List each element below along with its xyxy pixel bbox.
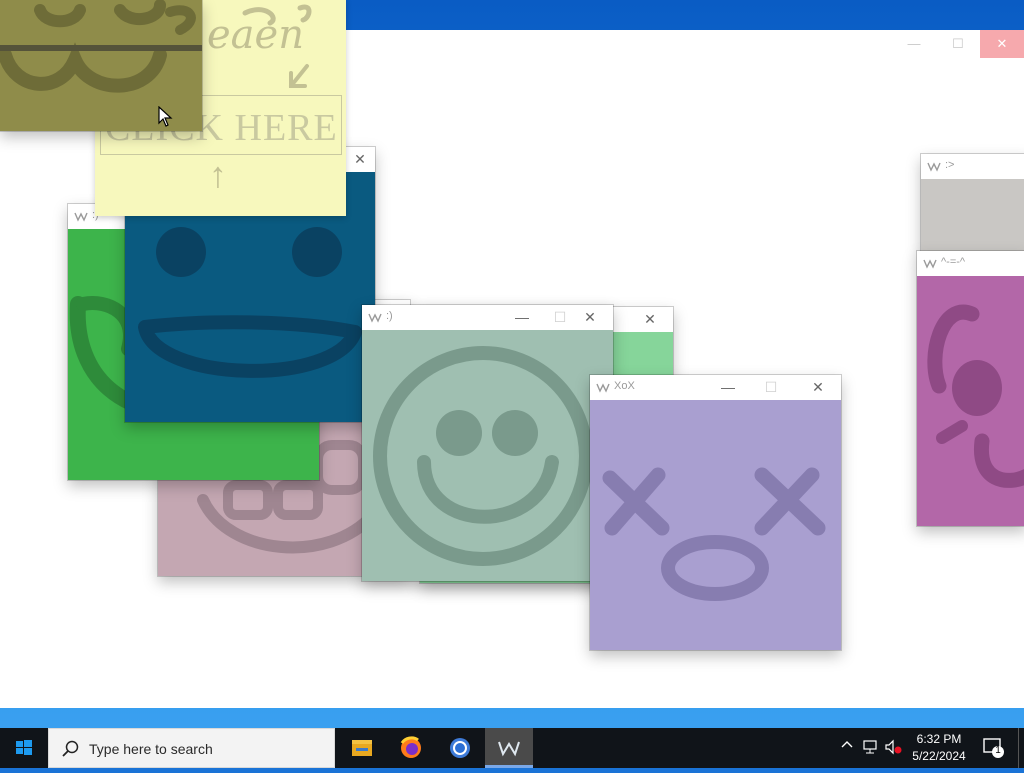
firefox-icon <box>400 736 421 758</box>
network-icon[interactable] <box>862 739 878 758</box>
chrome-taskbar-button[interactable] <box>436 728 484 768</box>
show-desktop-button[interactable] <box>1018 728 1024 768</box>
blue-face-close-button[interactable]: ✕ <box>345 147 375 172</box>
magenta-face-window[interactable]: ^-=-^ <box>917 251 1024 526</box>
app-icon <box>596 380 610 394</box>
purple-face-title: XoX <box>614 380 635 392</box>
faces-app-taskbar-button[interactable] <box>485 728 533 768</box>
purple-close-button[interactable]: ✕ <box>803 375 833 400</box>
taskbar-search-box[interactable]: Type here to search <box>48 728 335 768</box>
firefox-taskbar-button[interactable] <box>387 728 435 768</box>
purple-face-window[interactable]: XoX — ☐ ✕ <box>590 375 841 650</box>
sage-face-titlebar[interactable]: :) — ☐ ✕ <box>362 305 613 330</box>
sage-face-canvas <box>362 330 613 581</box>
sticky-note-handwriting: eaen <box>207 12 304 58</box>
magenta-face-titlebar[interactable]: ^-=-^ <box>917 251 1024 276</box>
app-icon <box>927 159 941 173</box>
chrome-icon <box>450 738 470 758</box>
mouse-cursor-icon <box>158 106 173 127</box>
folder-icon <box>352 740 372 756</box>
start-button[interactable] <box>0 728 48 768</box>
faces-app-icon <box>498 741 520 757</box>
sage-close-button[interactable]: ✕ <box>575 305 605 330</box>
light-green-close-button[interactable]: ✕ <box>635 307 665 332</box>
notification-center-button[interactable]: 1 <box>982 736 1006 760</box>
purple-face-titlebar[interactable]: XoX — ☐ ✕ <box>590 375 841 400</box>
purple-minimize-button[interactable]: — <box>713 375 743 400</box>
purple-maximize-button[interactable]: ☐ <box>756 375 786 400</box>
sage-maximize-button[interactable]: ☐ <box>545 305 575 330</box>
gray-face-titlebar[interactable]: :> <box>921 154 1024 179</box>
app-icon <box>74 209 88 223</box>
bg-maximize-button[interactable]: ☐ <box>936 30 980 58</box>
system-tray <box>838 728 902 768</box>
search-placeholder: Type here to search <box>89 741 213 757</box>
up-arrow-icon: ↑ <box>209 154 227 195</box>
purple-face-canvas <box>590 400 841 650</box>
file-explorer-taskbar-button[interactable] <box>338 728 386 768</box>
taskbar: Type here to search 6:32 PM 5/22/2024 1 <box>0 728 1024 768</box>
app-icon <box>368 310 382 324</box>
search-icon <box>62 740 79 757</box>
bg-minimize-button[interactable]: — <box>892 30 936 58</box>
chevron-up-icon[interactable] <box>840 738 854 755</box>
bg-close-button[interactable]: ✕ <box>980 30 1024 58</box>
sage-minimize-button[interactable]: — <box>507 305 537 330</box>
clock-time: 6:32 PM <box>916 732 962 746</box>
notification-count: 1 <box>995 745 1001 756</box>
sage-face-title: :) <box>386 310 393 322</box>
magenta-face-canvas <box>917 276 1024 526</box>
sage-face-window[interactable]: :) — ☐ ✕ <box>362 305 613 581</box>
magenta-face-title: ^-=-^ <box>941 256 966 268</box>
app-icon <box>923 256 937 270</box>
taskbar-clock[interactable]: 6:32 PM 5/22/2024 <box>896 731 982 765</box>
desktop: — ☐ ✕ :) ✕ <box>0 0 1024 728</box>
clock-date: 5/22/2024 <box>912 749 966 763</box>
gray-face-title: :> <box>945 159 955 171</box>
windows-logo-icon <box>16 740 32 755</box>
gray-face-window[interactable]: :> <box>921 154 1024 254</box>
